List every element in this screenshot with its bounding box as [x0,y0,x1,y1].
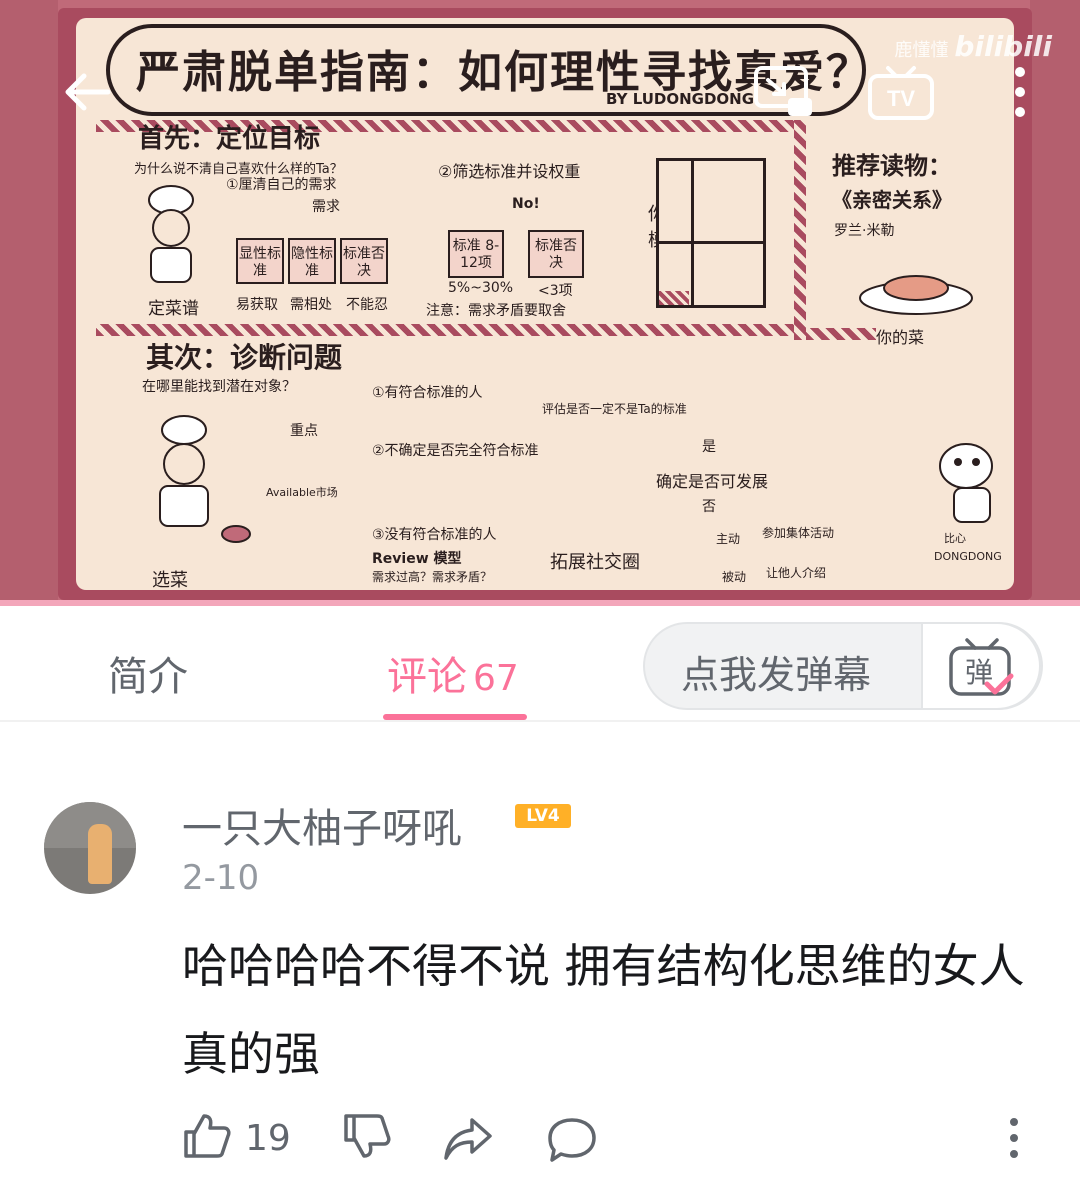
note-review-question: 需求过高？需求矛盾？ [372,570,493,584]
share-icon[interactable] [442,1116,494,1162]
tab-intro[interactable]: 简介 [108,644,188,702]
like-icon[interactable] [182,1112,232,1160]
reply-icon[interactable] [546,1116,598,1164]
reading-title: 推荐读物： [832,151,952,180]
comment-content: 哈哈哈哈不得不说 拥有结构化思维的女人真的强 [182,939,1025,1081]
label-cook: 选菜 [152,570,188,591]
watermark-brand: bilibili [954,30,1052,63]
model-table-sketch [656,158,766,308]
note-no-2: 否 [702,499,716,515]
svg-text:TV: TV [887,86,915,111]
note-option-3: ③没有符合标准的人 [372,527,497,543]
divider-right-curve [806,328,876,340]
box-standards-veto: 标准否决 [528,230,584,278]
reading-book: 《亲密关系》 [832,188,952,212]
danmaku-icon: 弹 [949,638,1014,696]
note-no: No! [512,196,540,212]
label-intolerable: 不能忍 [346,297,388,313]
section-second-subtitle: 在哪里能找到潜在对象？ [142,379,296,395]
note-active-detail: 参加集体活动 [762,526,835,540]
box-explicit-standard: 显性标准 [236,238,284,284]
note-focus: 重点 [290,423,318,439]
tab-comments-count: 67 [473,658,519,699]
cast-icon[interactable] [752,64,816,120]
danmaku-placeholder: 点我发弹幕 [681,653,872,697]
level-badge: LV4 [515,804,571,828]
active-tab-indicator [383,714,527,720]
note-needs: 需求 [312,199,340,215]
label-easy: 易获取 [236,297,278,313]
box-veto-standard: 标准否决 [340,238,388,284]
dish-illustration [859,275,973,315]
note-available: Available市场 [266,486,338,499]
note-option-1: ①有符合标准的人 [372,385,483,401]
note-caution: 注意：需求矛盾要取舍 [426,303,566,319]
dislike-icon[interactable] [342,1112,392,1162]
note-active: 主动 [716,532,741,546]
note-passive: 被动 [722,570,747,584]
avatar[interactable] [44,802,136,894]
giraffe-illustration [939,443,993,523]
section-second-title: 其次：诊断问题 [146,341,343,374]
note-passive-detail: 让他人介绍 [766,566,827,580]
box-implicit-standard: 隐性标准 [288,238,336,284]
tv-icon[interactable]: TV [866,62,936,122]
note-yes: 是 [702,439,716,455]
section-first-title: 首先：定位目标 [138,124,321,154]
note-expand: 拓展社交圈 [550,552,640,573]
note-sort-needs: ①厘清自己的需求 [226,177,337,193]
back-arrow-icon[interactable] [58,68,114,116]
note-review: Review 模型 [372,551,462,567]
danmaku-button[interactable]: 弹 [921,622,1041,710]
comment-item: 一只大柚子呀吼 LV4 2-10 哈哈哈哈不得不说 拥有结构化思维的女人真的强 … [0,724,1080,1197]
danmaku-input[interactable]: 点我发弹幕 弹 [643,622,1043,710]
note-evaluate: 评估是否一定不是Ta的标准 [542,402,687,416]
more-vert-icon[interactable] [1010,62,1030,126]
like-count: 19 [245,1118,291,1159]
watermark-user: 鹿懂懂 [894,40,949,61]
divider-right [794,120,806,340]
comment-date: 2-10 [182,858,260,898]
note-filter: ②筛选标准并设权重 [438,162,581,181]
box-standards-count: 标准 8-12项 [448,230,504,278]
label-dongdong: DONGDONG [934,550,1002,563]
label-your-dish: 你的菜 [876,328,925,347]
tab-comments[interactable]: 评论 67 [387,644,519,702]
chef-illustration-bottom [159,415,251,543]
video-player[interactable]: 严肃脱单指南：如何理性寻找真爱？ BY LUDONGDONG 首先：定位目标 为… [0,0,1080,604]
chef-illustration-top [148,185,194,283]
comment-username[interactable]: 一只大柚子呀吼 [182,796,462,854]
note-option-2: ②不确定是否完全符合标准 [372,443,539,459]
note-confirm: 确定是否可发展 [656,472,769,491]
note-percent: 5%~30% [448,280,514,296]
video-letterbox-left [0,0,58,604]
more-dots-icon[interactable] [1006,1116,1022,1160]
label-recipe: 定菜谱 [148,299,199,319]
tab-comments-label: 评论 [387,654,467,700]
divider-middle [96,324,796,336]
video-letterbox-right [1030,0,1080,604]
tab-bar: 简介 评论 67 点我发弹幕 弹 [0,606,1080,722]
board-byline: BY LUDONGDONG [606,90,755,108]
video-watermark: 鹿懂懂 bilibili [894,30,1052,63]
avatar-figure [88,824,112,884]
label-getting-along: 需相处 [290,297,332,313]
label-bianxin: 比心 [944,532,966,545]
reading-author: 罗兰·米勒 [834,223,895,239]
note-less-than-3: <3项 [538,283,573,299]
